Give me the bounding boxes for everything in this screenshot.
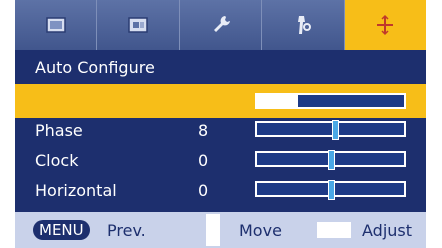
category-tabs — [15, 0, 427, 50]
left-right-key-icon — [317, 222, 351, 238]
tab-setup[interactable] — [344, 0, 427, 50]
up-down-key-icon — [206, 214, 220, 246]
clock-slider[interactable] — [255, 150, 406, 170]
horizontal-slider-thumb[interactable] — [327, 180, 335, 200]
phase-label: Phase — [35, 121, 83, 140]
horizontal-label: Horizontal — [35, 181, 117, 200]
tab-settings[interactable] — [262, 0, 345, 50]
clock-label: Clock — [35, 151, 79, 170]
menu-key: MENU — [33, 220, 90, 240]
osd-menu: Auto Configure Phase 8 Clock 0 Horizonta… — [0, 0, 442, 248]
menu-panel: Auto Configure Phase 8 Clock 0 Horizonta… — [15, 50, 426, 212]
menu-item-clock[interactable]: Clock 0 — [15, 148, 426, 174]
horizontal-slider[interactable] — [255, 180, 406, 200]
prev-label: Prev. — [107, 221, 146, 240]
tab-screen[interactable] — [97, 0, 180, 50]
phase-value: 8 — [198, 121, 209, 140]
screen-icon — [128, 17, 148, 33]
auto-configure-progress-bar — [255, 93, 406, 109]
tab-tools[interactable] — [179, 0, 263, 50]
menu-item-horizontal[interactable]: Horizontal 0 — [15, 178, 426, 204]
auto-configure-row[interactable] — [15, 84, 426, 118]
settings-tool-icon — [297, 16, 311, 34]
crosshair-icon — [377, 14, 394, 36]
menu-title: Auto Configure — [35, 58, 155, 77]
phase-slider[interactable] — [255, 120, 406, 140]
clock-value: 0 — [198, 151, 209, 170]
progress-fill — [257, 95, 299, 107]
wrench-icon — [213, 16, 230, 32]
phase-slider-thumb[interactable] — [331, 120, 339, 140]
move-label: Move — [239, 221, 282, 240]
horizontal-value: 0 — [198, 181, 209, 200]
picture-icon — [45, 17, 66, 33]
help-bar: MENU Prev. Move Adjust — [15, 212, 426, 248]
adjust-label: Adjust — [362, 221, 413, 240]
menu-item-phase[interactable]: Phase 8 — [15, 118, 426, 144]
tab-picture[interactable] — [15, 0, 98, 50]
clock-slider-thumb[interactable] — [327, 150, 335, 170]
